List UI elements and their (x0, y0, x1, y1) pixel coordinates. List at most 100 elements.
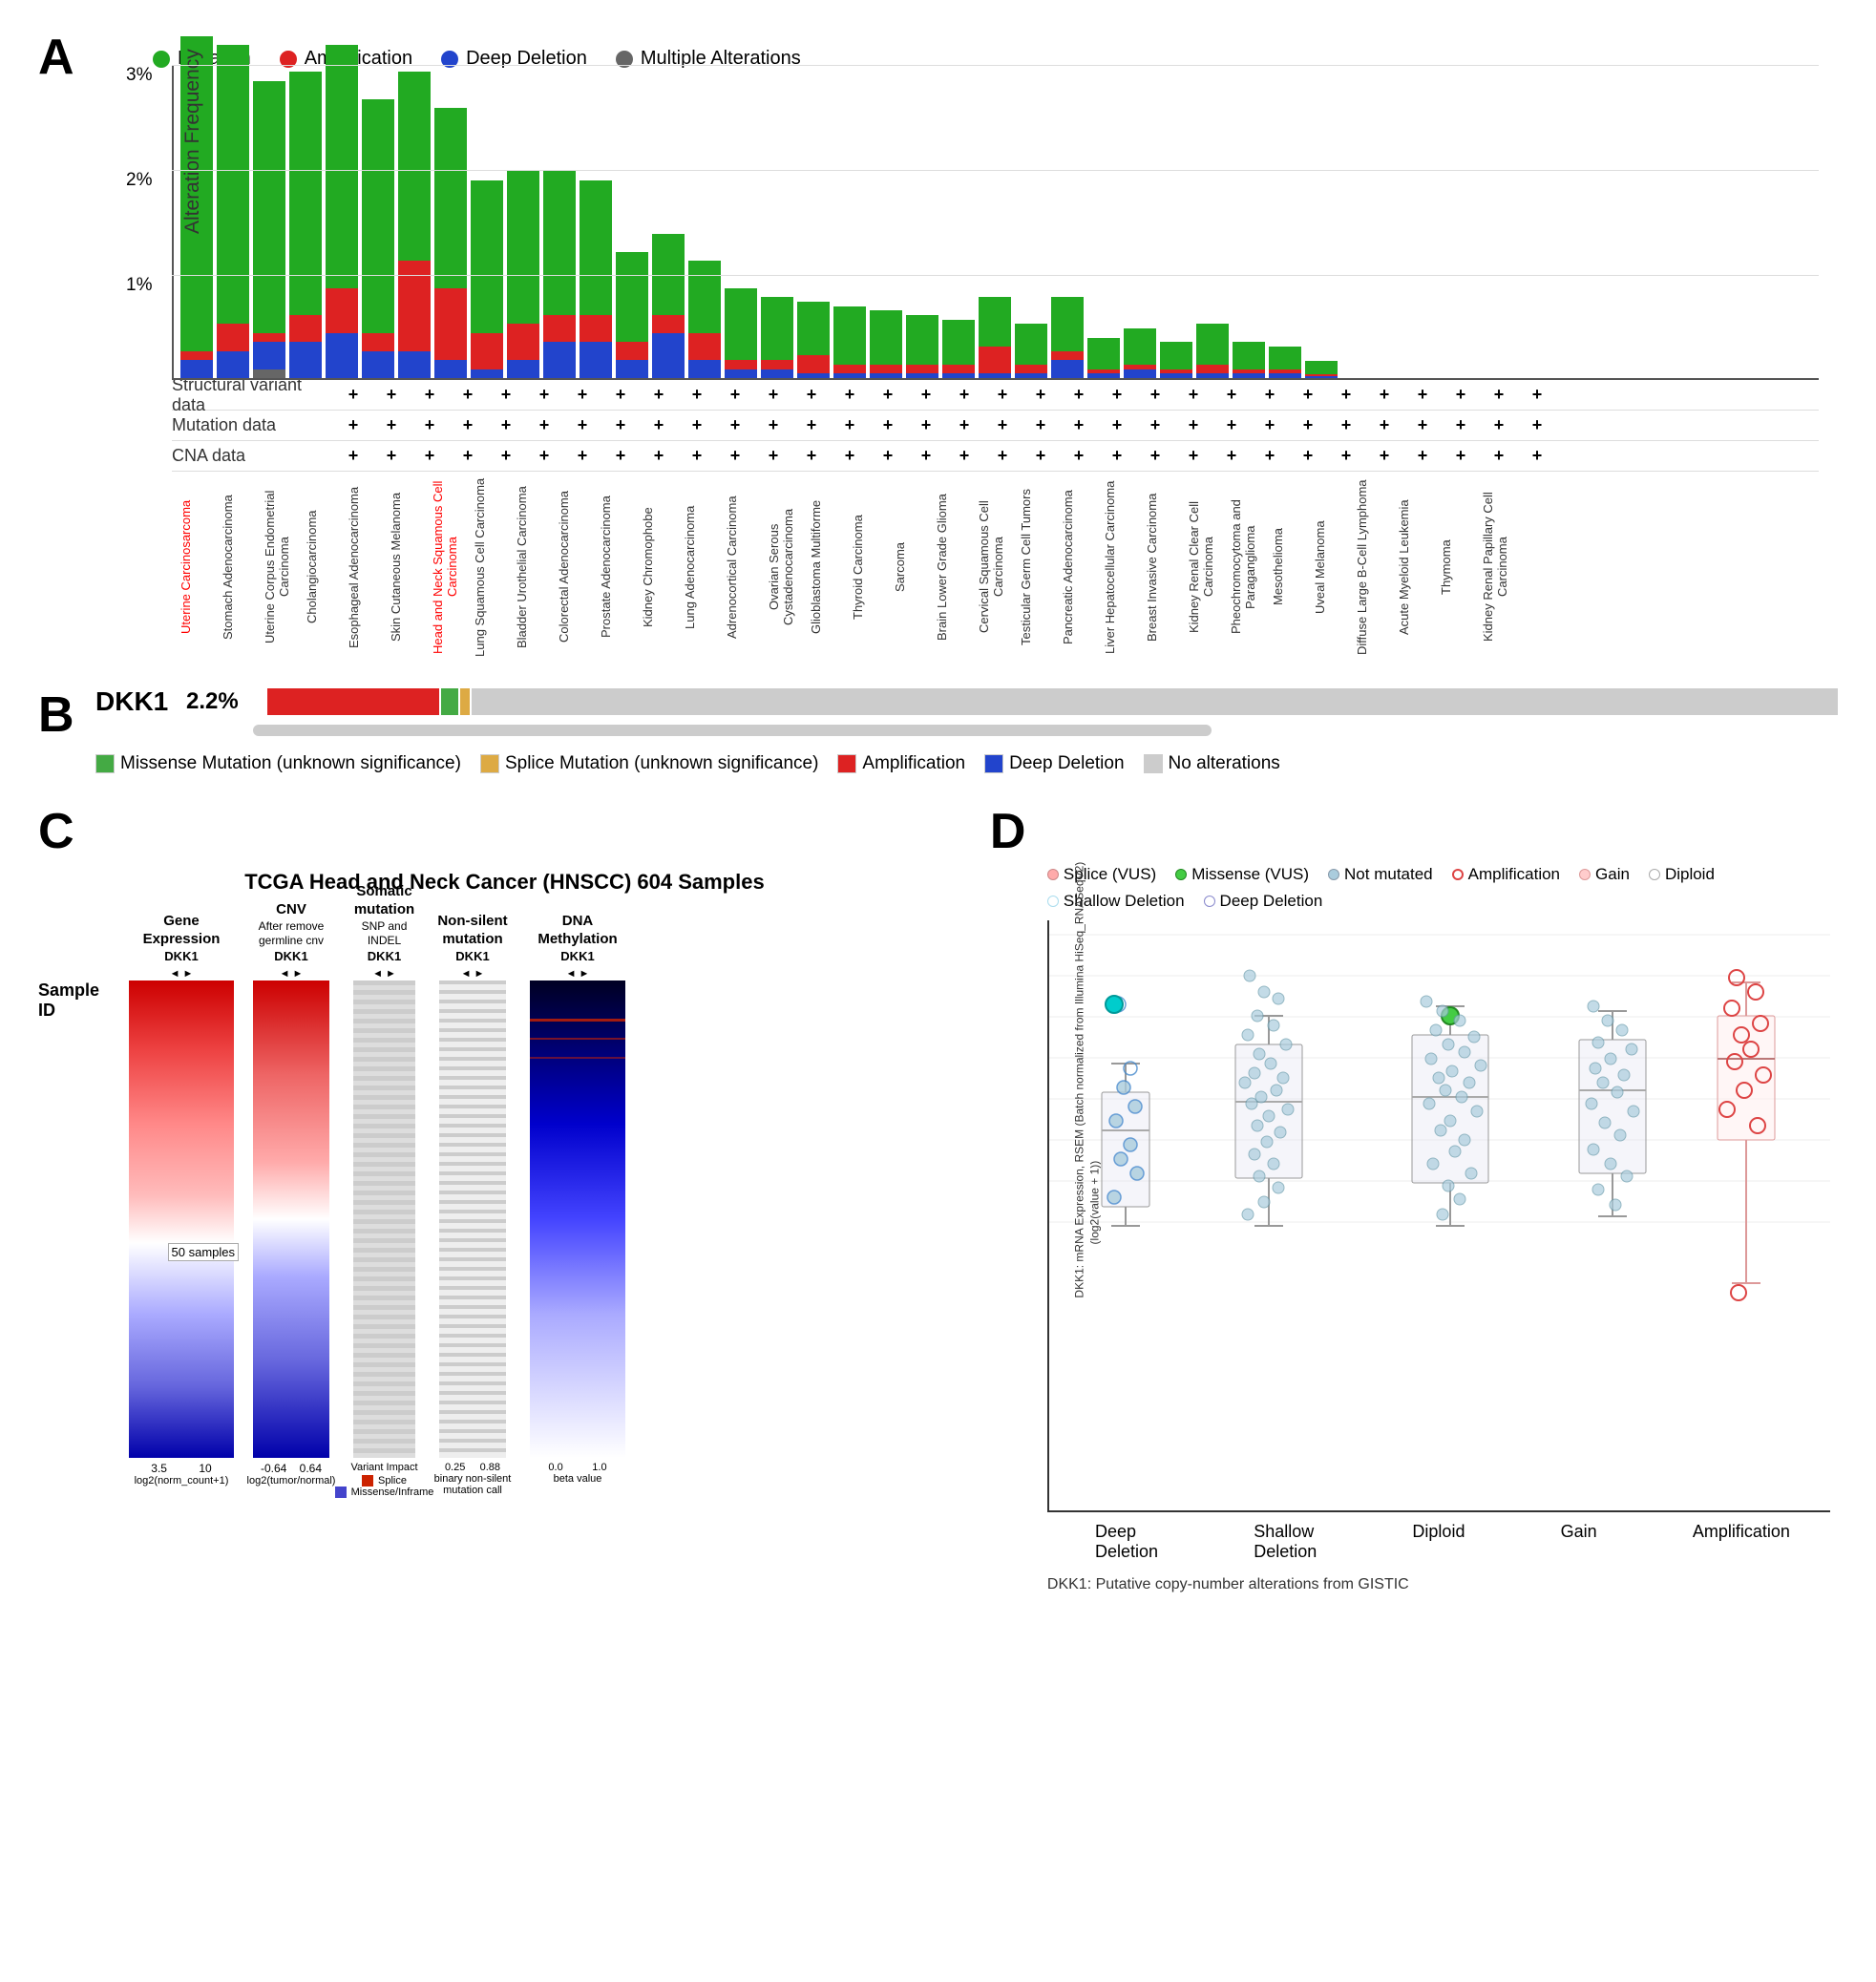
data-cell: + (1136, 415, 1174, 435)
gene-percentage: 2.2% (186, 688, 253, 715)
data-cell: + (563, 446, 601, 466)
data-cell: + (563, 385, 601, 405)
splice-box (480, 754, 499, 773)
data-cell: + (678, 385, 716, 405)
heatmap-body: Sample ID Gene Expression DKK1 ◄► (38, 904, 971, 1498)
data-cell: + (1480, 446, 1518, 466)
legend-splice: Splice Mutation (unknown significance) (480, 753, 818, 774)
x-label-item: Uveal Melanoma (1313, 476, 1351, 658)
panel-a: A Mutation Amplification Deep Deletion (38, 29, 1838, 658)
fifty-samples-label: 50 samples (168, 1243, 239, 1261)
x-label-item: Uterine Carcinosarcoma (179, 476, 217, 658)
data-cell: + (945, 385, 983, 405)
data-cell: + (411, 446, 449, 466)
data-cell: + (1022, 446, 1060, 466)
violin-chart-wrapper: DKK1: mRNA Expression, RSEM (Batch norma… (1047, 920, 1838, 1562)
data-cell: + (487, 415, 525, 435)
data-cell: + (831, 385, 869, 405)
sv-cells: ++++++++++++++++++++++++++++++++ (334, 385, 1819, 405)
data-cell: + (869, 385, 907, 405)
mut-cells: ++++++++++++++++++++++++++++++++ (334, 415, 1819, 435)
diploid-d-label: Diploid (1665, 865, 1715, 884)
x-label-item: Testicular Germ Cell Tumors (1019, 476, 1057, 658)
legend-not-mutated: Not mutated (1328, 865, 1433, 884)
x-label-item: Esophageal Adenocarcinoma (347, 476, 385, 658)
data-cell: + (716, 446, 754, 466)
x-label-item: Brain Lower Grade Glioma (935, 476, 973, 658)
legend-no-alt: No alterations (1144, 753, 1280, 774)
x-label-item: Acute Myeloid Leukemia (1397, 476, 1435, 658)
data-cell: + (1174, 415, 1212, 435)
data-cell: + (1212, 385, 1251, 405)
x-label-item: Sarcoma (893, 476, 931, 658)
data-cell: + (601, 446, 640, 466)
missense-vus-label: Missense (VUS) (1191, 865, 1309, 884)
x-label-item: Thymoma (1439, 476, 1477, 658)
data-cell: + (1442, 446, 1480, 466)
data-cell: + (1403, 385, 1442, 405)
violin-y-label: DKK1: mRNA Expression, RSEM (Batch norma… (1072, 1107, 1102, 1298)
data-cell: + (983, 385, 1022, 405)
data-cell: + (372, 415, 411, 435)
methylation-header: DNA Methylation DKK1 ◄► (538, 904, 617, 980)
data-cell: + (449, 385, 487, 405)
mutation-data-row: Mutation data ++++++++++++++++++++++++++… (172, 411, 1819, 441)
deep-del-box (984, 754, 1003, 773)
data-cell: + (678, 415, 716, 435)
legend-shallow-del: Shallow Deletion (1047, 892, 1185, 911)
snp-header: Somatic mutation SNP and INDEL DKK1 ◄► (344, 904, 425, 980)
data-cell: + (1365, 446, 1403, 466)
gene-expr-scale: log2(norm_count+1) (135, 1475, 229, 1486)
amp-d-label: Amplification (1468, 865, 1560, 884)
panel-a-content: Mutation Amplification Deep Deletion Mul… (95, 29, 1838, 658)
data-cell: + (1442, 385, 1480, 405)
cna-data-label: CNA data (172, 446, 334, 466)
x-label-item: Mesothelioma (1271, 476, 1309, 658)
data-cell: + (372, 385, 411, 405)
cnv-col: CNV After remove germline cnv DKK1 ◄► -0… (243, 904, 339, 1498)
snp-heatmap (353, 980, 415, 1458)
footnote: DKK1: Putative copy-number alterations f… (1047, 1576, 1838, 1593)
data-cell: + (1060, 415, 1098, 435)
legend-diploid-d: Diploid (1649, 865, 1715, 884)
data-cell: + (831, 415, 869, 435)
data-cell: + (525, 385, 563, 405)
data-cell: + (1289, 385, 1327, 405)
data-cell: + (1365, 415, 1403, 435)
data-cell: + (1212, 415, 1251, 435)
panel-c: C TCGA Head and Neck Cancer (HNSCC) 604 … (38, 803, 971, 1593)
sample-id-label: Sample ID (38, 980, 119, 1021)
x-label-item: Thyroid Carcinoma (851, 476, 889, 658)
data-cell: + (1174, 446, 1212, 466)
data-cell: + (792, 415, 831, 435)
data-cell: + (983, 415, 1022, 435)
data-cell: + (831, 446, 869, 466)
data-cell: + (792, 446, 831, 466)
deep-del-label-b: Deep Deletion (1009, 753, 1124, 774)
data-cell: + (449, 415, 487, 435)
data-cell: + (945, 415, 983, 435)
scrollbar[interactable] (253, 725, 1212, 736)
data-cell: + (1327, 385, 1365, 405)
data-cell: + (1518, 446, 1556, 466)
data-cell: + (1136, 446, 1174, 466)
data-cell: + (1480, 415, 1518, 435)
data-cell: + (1212, 446, 1251, 466)
panel-b: B DKK1 2.2% Missense Mutation (unknown s… (38, 686, 1838, 774)
data-cell: + (1518, 385, 1556, 405)
legend-gain-d: Gain (1579, 865, 1630, 884)
data-cell: + (1060, 446, 1098, 466)
x-label-item: Stomach Adenocarcinoma (221, 476, 259, 658)
data-cell: + (1327, 415, 1365, 435)
no-alt-box (1144, 754, 1163, 773)
x-label-gain: Gain (1561, 1522, 1597, 1562)
data-cell: + (1060, 385, 1098, 405)
cnv-heatmap (253, 980, 329, 1458)
gene-expr-col: Gene Expression DKK1 ◄► 50 samples 3.5 (124, 904, 239, 1498)
y-axis-ticks: 3% 2% 1% (126, 65, 152, 380)
x-label-item: Kidney Chromophobe (641, 476, 679, 658)
data-cell: + (1403, 446, 1442, 466)
splice-label: Splice Mutation (unknown significance) (505, 753, 818, 774)
x-label-item: Liver Hepatocellular Carcinoma (1103, 476, 1141, 658)
panel-cd: C TCGA Head and Neck Cancer (HNSCC) 604 … (38, 803, 1838, 1593)
